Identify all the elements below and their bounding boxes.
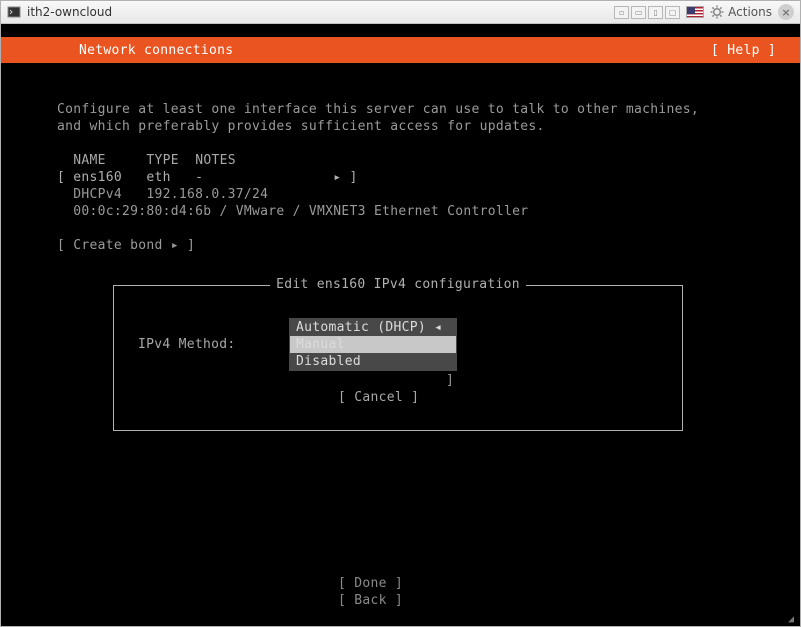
option-manual[interactable]: Manual bbox=[290, 336, 456, 353]
flag-us-icon bbox=[686, 6, 704, 18]
cancel-button[interactable]: [ Cancel ] bbox=[338, 390, 419, 405]
window-button-4[interactable]: ▢ bbox=[665, 6, 680, 19]
dialog-title: Edit ens160 IPv4 configuration bbox=[270, 277, 526, 292]
col-type: TYPE bbox=[146, 153, 179, 168]
actions-label[interactable]: Actions bbox=[728, 5, 772, 19]
main-content: Configure at least one interface this se… bbox=[57, 84, 770, 271]
ipv4-method-dropdown[interactable]: Automatic (DHCP) ◂ Manual Disabled bbox=[289, 318, 457, 371]
dialog-title-wrap: Edit ens160 IPv4 configuration bbox=[114, 277, 682, 292]
create-bond-button[interactable]: [ Create bond ▸ ] bbox=[57, 238, 195, 253]
page-title: Network connections bbox=[79, 43, 233, 58]
intro-line-2: and which preferably provides sufficient… bbox=[57, 119, 545, 134]
window-button-3[interactable]: ▯ bbox=[648, 6, 663, 19]
intro-line-1: Configure at least one interface this se… bbox=[57, 102, 699, 117]
done-button[interactable]: [ Done ] bbox=[338, 576, 403, 591]
titlebar: ith2-owncloud ▫ ▭ ▯ ▢ Actions × bbox=[1, 1, 800, 24]
interface-row[interactable]: [ ens160 eth - ▸ ] bbox=[57, 170, 358, 185]
option-automatic-dhcp[interactable]: Automatic (DHCP) ◂ bbox=[290, 319, 456, 336]
gear-icon[interactable] bbox=[710, 5, 724, 19]
col-notes: NOTES bbox=[195, 153, 236, 168]
option-disabled[interactable]: Disabled bbox=[290, 353, 456, 370]
back-button[interactable]: [ Back ] bbox=[338, 593, 403, 608]
header-bar: Network connections [ Help ] bbox=[1, 37, 800, 63]
dialog-bracket-1: ] bbox=[446, 373, 454, 388]
terminal-icon bbox=[7, 5, 21, 19]
terminal-area: Network connections [ Help ] Configure a… bbox=[1, 24, 800, 626]
window-title: ith2-owncloud bbox=[27, 5, 112, 19]
resize-grip-icon: ◢ bbox=[788, 614, 798, 624]
col-name: NAME bbox=[73, 153, 106, 168]
window-button-1[interactable]: ▫ bbox=[614, 6, 629, 19]
app-window: ith2-owncloud ▫ ▭ ▯ ▢ Actions × Network … bbox=[0, 0, 801, 627]
interface-dhcp: DHCPv4 192.168.0.37/24 bbox=[57, 187, 268, 202]
close-icon[interactable]: × bbox=[778, 4, 794, 20]
ipv4-method-label: IPv4 Method: bbox=[138, 337, 236, 352]
window-button-2[interactable]: ▭ bbox=[631, 6, 646, 19]
help-button[interactable]: [ Help ] bbox=[711, 43, 776, 58]
interface-mac: 00:0c:29:80:d4:6b / VMware / VMXNET3 Eth… bbox=[57, 204, 528, 219]
